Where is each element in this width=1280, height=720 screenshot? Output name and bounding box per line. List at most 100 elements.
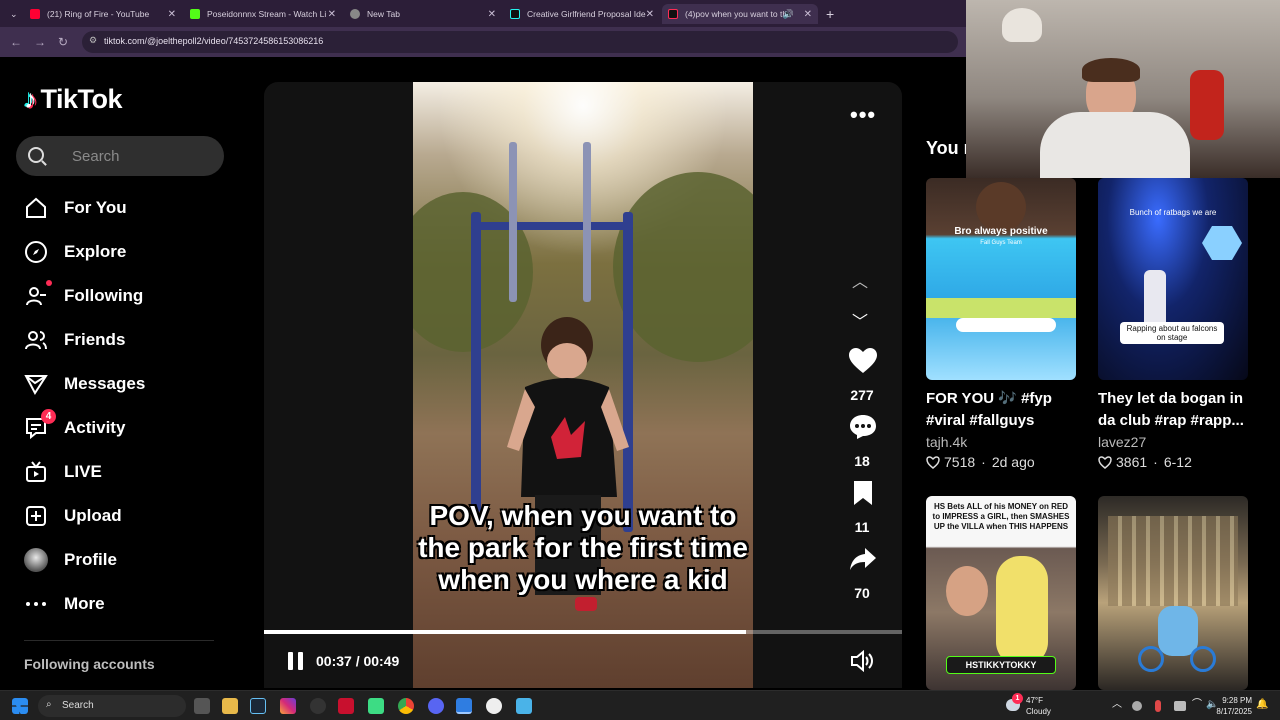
video-progress-fill [264, 630, 746, 634]
sidebar-item-activity[interactable]: 4 Activity [24, 409, 125, 442]
tab-new-tab[interactable]: New Tab ✕ [344, 4, 502, 24]
search-input[interactable]: Search [16, 136, 224, 176]
tiktok-logo[interactable]: ♪ TikTok [24, 84, 123, 115]
bookmark-icon[interactable] [848, 478, 878, 508]
tiktok-icon [510, 9, 520, 19]
sidebar-item-explore[interactable]: Explore [24, 238, 126, 266]
app-icon[interactable] [338, 698, 354, 714]
sidebar-item-more[interactable]: More [24, 590, 105, 618]
pause-icon[interactable] [288, 652, 304, 670]
sidebar-divider [24, 640, 214, 641]
speaker-icon[interactable]: 🔊 [783, 9, 794, 20]
heart-outline-icon [1098, 455, 1112, 469]
video-thumbnail[interactable]: Bunch of ratbags we are Rapping about au… [1098, 178, 1248, 380]
chevron-up-icon[interactable]: ︿ [1112, 699, 1122, 710]
sidebar-item-friends[interactable]: Friends [24, 326, 125, 354]
app-icon-active[interactable] [456, 698, 472, 714]
sidebar-item-following[interactable]: Following [24, 280, 143, 310]
url-field[interactable]: ⚙ tiktok.com/@joelthepoll2/video/7453724… [82, 31, 958, 53]
discord-icon[interactable] [428, 698, 444, 714]
forward-button[interactable]: → [34, 35, 46, 49]
share-arrow-icon[interactable] [848, 544, 878, 574]
card-meta: 3861 · 6-12 [1098, 454, 1248, 470]
ceiling-lamp [1002, 8, 1042, 42]
close-icon[interactable]: ✕ [646, 9, 654, 20]
video-thumbnail[interactable]: Bro always positive Fall Guys Team [926, 178, 1076, 380]
video-thumbnail[interactable]: HS Bets ALL of his MONEY on RED to IMPRE… [926, 496, 1076, 690]
sidebar-item-messages[interactable]: Messages [24, 370, 145, 398]
video-player[interactable]: POV, when you want to the park for the f… [264, 82, 902, 688]
card-author[interactable]: tajh.4k [926, 434, 1076, 450]
chrome-icon[interactable] [398, 698, 414, 714]
upload-plus-icon [24, 504, 48, 528]
following-accounts-heading: Following accounts [24, 656, 155, 672]
instagram-icon[interactable] [280, 698, 296, 714]
sidebar-item-upload[interactable]: Upload [24, 502, 122, 530]
clock-time[interactable]: 9:28 PM [1214, 695, 1252, 706]
sidebar-item-live[interactable]: LIVE [24, 458, 102, 486]
sidebar-item-label: Friends [64, 330, 126, 349]
sidebar-item-label: Explore [64, 242, 127, 261]
youtube-icon [30, 9, 40, 19]
microphone-icon[interactable] [1155, 700, 1161, 712]
sidebar-item-profile[interactable]: Profile [24, 546, 117, 574]
app-icon[interactable] [310, 698, 326, 714]
thumbnail-building [1108, 516, 1238, 606]
app-icon[interactable] [516, 698, 532, 714]
recommended-video-card[interactable]: HS Bets ALL of his MONEY on RED to IMPRE… [926, 496, 1076, 690]
back-button[interactable]: ← [10, 35, 22, 49]
notification-bell-icon[interactable]: 🔔 [1256, 699, 1268, 710]
taskbar-search[interactable]: ⌕ Search [38, 695, 186, 717]
tab-label: New Tab [367, 9, 400, 19]
weather-badge: 1 [1012, 693, 1023, 704]
video-frame[interactable] [413, 82, 753, 688]
previous-video-arrow[interactable]: ︿ [852, 268, 868, 292]
windows-start-icon[interactable] [12, 698, 28, 714]
task-view-icon[interactable] [194, 698, 210, 714]
recommended-video-card[interactable] [1098, 496, 1248, 690]
wifi-icon[interactable]: ⌒ [1192, 699, 1202, 710]
notification-dot [46, 280, 52, 286]
thumbnail-performer [1144, 270, 1166, 330]
card-date: 6-12 [1163, 454, 1192, 470]
card-author[interactable]: lavez27 [1098, 434, 1248, 450]
tab-kick[interactable]: Poseidonnnx Stream - Watch Li ✕ [184, 4, 342, 24]
thumbnail-text: Bunch of ratbags we are [1129, 208, 1217, 217]
steam-icon[interactable] [250, 698, 266, 714]
card-title[interactable]: FOR YOU 🎶 #fyp #viral #fallguys [926, 388, 1076, 432]
recommended-video-card[interactable]: Bunch of ratbags we are Rapping about au… [1098, 178, 1248, 470]
clock-date[interactable]: 8/17/2025 [1210, 706, 1252, 717]
sidebar-item-for-you[interactable]: For You [24, 194, 127, 222]
volume-icon[interactable] [850, 649, 874, 673]
tab-list-button[interactable]: ⌄ [4, 4, 18, 24]
close-icon[interactable]: ✕ [488, 9, 496, 20]
thumbnail-face [976, 182, 1026, 232]
new-tab-button[interactable]: + [820, 4, 840, 24]
media-player-icon[interactable] [486, 698, 502, 714]
avatar [24, 548, 48, 572]
site-info-icon[interactable]: ⚙ [89, 35, 97, 46]
tray-app-icon[interactable] [1132, 701, 1142, 711]
more-options-icon[interactable]: ••• [850, 102, 876, 128]
video-bar [471, 222, 633, 230]
like-heart-icon[interactable] [848, 346, 878, 376]
share-count: 70 [854, 585, 870, 601]
file-explorer-icon[interactable] [222, 698, 238, 714]
tab-tiktok-active[interactable]: (4)pov when you want to th 🔊 ✕ [662, 4, 818, 24]
next-video-arrow[interactable]: ﹀ [852, 308, 868, 332]
video-thumbnail[interactable] [1098, 496, 1248, 690]
recommended-video-card[interactable]: Bro always positive Fall Guys Team FOR Y… [926, 178, 1076, 470]
close-icon[interactable]: ✕ [328, 9, 336, 20]
close-icon[interactable]: ✕ [168, 9, 176, 20]
save-count: 11 [854, 519, 870, 535]
video-progress-bar[interactable] [264, 630, 902, 634]
close-icon[interactable]: ✕ [804, 9, 812, 20]
app-icon[interactable] [368, 698, 384, 714]
card-title[interactable]: They let da bogan in da club #rap #rapp.… [1098, 388, 1248, 432]
reload-button[interactable]: ↻ [58, 35, 68, 49]
tab-tiktok-proposal[interactable]: Creative Girlfriend Proposal Ide ✕ [504, 4, 660, 24]
comment-icon[interactable] [848, 412, 878, 442]
camera-icon[interactable] [1174, 701, 1186, 711]
tab-youtube[interactable]: (21) Ring of Fire - YouTube ✕ [24, 4, 182, 24]
tiktok-note-icon: ♪ [24, 84, 37, 114]
